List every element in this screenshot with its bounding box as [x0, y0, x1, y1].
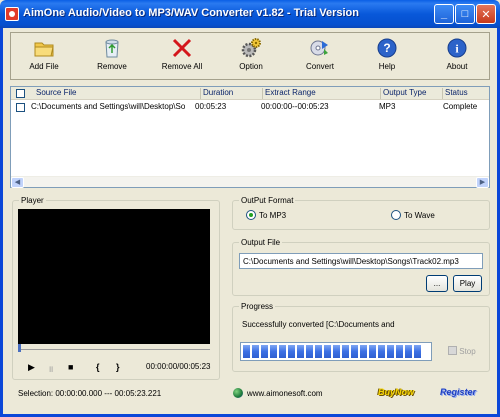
row-status: Complete — [443, 102, 478, 111]
progress-segment — [252, 345, 259, 358]
app-icon — [5, 7, 19, 21]
progress-segment — [342, 345, 349, 358]
folder-icon — [33, 37, 55, 59]
scroll-right-icon[interactable]: ▶ — [476, 177, 489, 188]
seek-thumb[interactable] — [18, 344, 21, 352]
column-output-type[interactable]: Output Type — [381, 88, 443, 99]
progress-segment — [261, 345, 268, 358]
row-extract-range: 00:00:00--00:05:23 — [261, 102, 329, 111]
to-wave-label[interactable]: To Wave — [404, 211, 435, 220]
remove-all-label: Remove All — [161, 62, 203, 71]
column-source-file[interactable]: Source File — [33, 88, 201, 99]
progress-bar — [240, 342, 432, 361]
gear-icon — [240, 37, 262, 59]
option-label: Option — [239, 62, 263, 71]
progress-segment — [396, 345, 403, 358]
progress-segment — [351, 345, 358, 358]
register-link[interactable]: Register — [440, 387, 476, 397]
progress-segment — [360, 345, 367, 358]
horizontal-scrollbar[interactable]: ◀ ▶ — [11, 176, 489, 188]
mark-in-button[interactable]: { — [96, 362, 100, 372]
remove-label: Remove — [97, 62, 127, 71]
window-title: AimOne Audio/Video to MP3/WAV Converter … — [23, 7, 359, 19]
video-display — [18, 209, 210, 344]
to-wave-radio[interactable] — [391, 210, 401, 220]
website-link[interactable]: www.aimonesoft.com — [247, 389, 323, 398]
convert-disc-icon — [309, 37, 331, 59]
stop-icon — [448, 346, 457, 355]
column-duration[interactable]: Duration — [201, 88, 263, 99]
toolbar: Add File Remove Remove All Option Conver… — [10, 32, 490, 80]
convert-button[interactable]: Convert — [290, 37, 350, 77]
remove-button[interactable]: Remove — [82, 37, 142, 77]
output-file-group: Output File — [232, 238, 490, 296]
close-button[interactable]: ✕ — [476, 4, 496, 24]
convert-label: Convert — [305, 62, 334, 71]
progress-segment — [414, 345, 421, 358]
progress-segment — [369, 345, 376, 358]
title-bar[interactable]: AimOne Audio/Video to MP3/WAV Converter … — [0, 0, 500, 28]
help-icon: ? — [376, 37, 398, 59]
help-label: Help — [378, 62, 396, 71]
progress-message: Successfully converted [C:\Documents and — [242, 320, 395, 329]
row-duration: 00:05:23 — [195, 102, 227, 111]
output-format-title: OutPut Format — [239, 196, 296, 205]
minimize-button[interactable]: _ — [434, 4, 454, 24]
selection-range: Selection: 00:00:00.000 --- 00:05:23.221 — [18, 389, 162, 398]
add-file-button[interactable]: Add File — [14, 37, 74, 77]
row-output-type: MP3 — [379, 102, 396, 111]
progress-segment — [324, 345, 331, 358]
seek-slider[interactable] — [18, 344, 210, 352]
stop-button[interactable]: ■ — [68, 362, 73, 372]
select-all-checkbox[interactable] — [16, 89, 25, 98]
scroll-left-icon[interactable]: ◀ — [11, 177, 24, 188]
output-path-field[interactable]: C:\Documents and Settings\will\Desktop\S… — [239, 253, 483, 269]
row-source-file: C:\Documents and Settings\will\Desktop\S… — [31, 102, 186, 111]
progress-segment — [333, 345, 340, 358]
column-extract-range[interactable]: Extract Range — [263, 88, 381, 99]
red-x-icon — [171, 37, 193, 59]
about-button[interactable]: i About — [427, 37, 487, 77]
progress-segment — [288, 345, 295, 358]
stop-convert-button[interactable]: Stop — [448, 346, 476, 356]
player-time: 00:00:00/00:05:23 — [146, 362, 211, 371]
option-button[interactable]: Option — [221, 37, 281, 77]
to-mp3-radio[interactable] — [246, 210, 256, 220]
recycle-bin-icon — [101, 37, 123, 59]
progress-segment — [270, 345, 277, 358]
about-label: About — [446, 62, 468, 71]
buy-now-link[interactable]: BuyNow — [378, 387, 414, 397]
browse-button[interactable]: ... — [426, 275, 448, 292]
progress-segment — [297, 345, 304, 358]
to-mp3-label[interactable]: To MP3 — [259, 211, 286, 220]
file-list-header: Source File Duration Extract Range Outpu… — [11, 87, 489, 100]
row-checkbox[interactable] — [16, 103, 25, 112]
info-icon: i — [446, 37, 468, 59]
progress-segment — [378, 345, 385, 358]
add-file-label: Add File — [29, 62, 59, 71]
stop-convert-label: Stop — [459, 347, 476, 356]
output-file-title: Output File — [239, 238, 283, 247]
mark-out-button[interactable]: } — [116, 362, 120, 372]
maximize-button[interactable]: □ — [455, 4, 475, 24]
column-status[interactable]: Status — [443, 88, 489, 99]
progress-segment — [279, 345, 286, 358]
play-output-button[interactable]: Play — [453, 275, 482, 292]
file-list[interactable]: Source File Duration Extract Range Outpu… — [10, 86, 490, 188]
progress-segment — [306, 345, 313, 358]
progress-segment — [405, 345, 412, 358]
help-button[interactable]: ? Help — [357, 37, 417, 77]
play-button[interactable]: ▶ — [28, 362, 35, 373]
progress-segment — [243, 345, 250, 358]
player-title: Player — [19, 196, 46, 205]
progress-group: Progress — [232, 302, 490, 372]
progress-segment — [315, 345, 322, 358]
progress-title: Progress — [239, 302, 276, 311]
globe-icon — [233, 388, 243, 398]
progress-segment — [387, 345, 394, 358]
svg-text:?: ? — [383, 41, 390, 55]
pause-button[interactable]: ॥ — [48, 362, 53, 375]
remove-all-button[interactable]: Remove All — [152, 37, 212, 77]
